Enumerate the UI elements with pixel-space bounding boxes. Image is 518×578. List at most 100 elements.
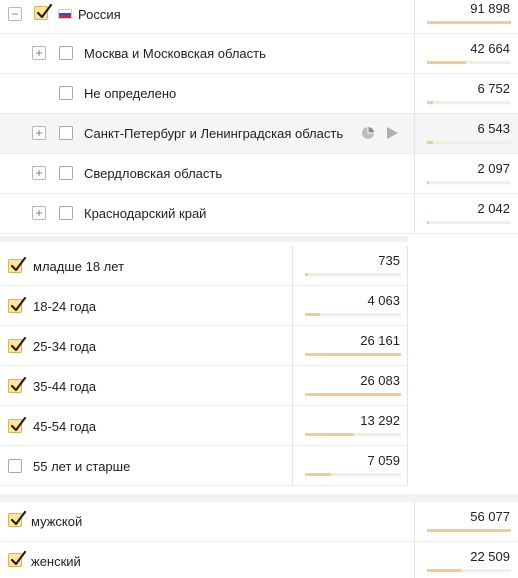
region-label: Москва и Московская область [84,46,266,61]
region-checkbox[interactable] [59,46,73,60]
region-row[interactable]: + Краснодарский край 2 042 [0,194,518,234]
check-icon [10,297,27,312]
region-value-cell: 2 097 [414,154,518,193]
region-row[interactable]: Не определено 6 752 [0,74,518,114]
gender-label: женский [31,554,81,569]
age-row[interactable]: 35-44 года 26 083 [0,366,408,406]
age-bar-fill [305,273,308,276]
age-value: 26 161 [360,333,400,348]
check-icon [36,4,53,19]
region-root-bar-fill [427,21,511,24]
minus-icon[interactable]: − [8,7,22,21]
age-bar-track [305,273,401,276]
region-bar-fill [427,61,466,64]
region-checkbox[interactable] [59,126,73,140]
age-bar-track [305,353,401,356]
region-value: 6 543 [477,121,510,136]
age-bar-fill [305,473,331,476]
age-checkbox[interactable] [8,337,27,353]
region-checkbox[interactable] [59,166,73,180]
age-bar-fill [305,393,401,396]
region-value-cell: 6 752 [414,74,518,113]
age-value: 13 292 [360,413,400,428]
gender-row[interactable]: женский 22 509 [0,542,518,578]
check-icon [10,377,27,392]
region-bar-fill [427,141,433,144]
check-icon [10,337,27,352]
age-value: 4 063 [367,293,400,308]
age-label: 35-44 года [33,379,97,394]
age-checkbox[interactable] [8,257,27,273]
age-row[interactable]: младше 18 лет 735 [0,246,408,286]
age-table-right-border [407,246,408,486]
region-bar-track [427,141,511,144]
region-row[interactable]: + Санкт-Петербург и Ленинградская область… [0,114,518,154]
gender-checkbox[interactable] [8,551,27,567]
check-icon [10,511,27,526]
region-label: Краснодарский край [84,206,207,221]
age-label: 45-54 года [33,419,97,434]
region-root-value: 91 898 [470,1,510,16]
plus-icon[interactable]: + [32,166,46,180]
region-value: 6 752 [477,81,510,96]
region-value-cell: 6 543 [414,114,518,153]
age-value-cell: 7 059 [292,446,408,485]
section-divider [0,236,408,242]
age-checkbox[interactable] [8,297,27,313]
region-row-root[interactable]: − Россия 91 898 [0,0,518,34]
region-bar-track [427,61,511,64]
region-checkbox[interactable] [59,206,73,220]
age-value-cell: 26 161 [292,326,408,365]
region-checkbox-root[interactable] [34,4,53,20]
gender-bar-fill [427,529,511,532]
region-value-cell: 42 664 [414,34,518,73]
gender-value: 22 509 [470,549,510,564]
age-label: 25-34 года [33,339,97,354]
region-value: 42 664 [470,41,510,56]
gender-value: 56 077 [470,509,510,524]
age-row[interactable]: 45-54 года 13 292 [0,406,408,446]
age-value-cell: 4 063 [292,286,408,325]
region-row[interactable]: + Москва и Московская область 42 664 [0,34,518,74]
gender-row[interactable]: мужской 56 077 [0,502,518,542]
age-value: 26 083 [360,373,400,388]
age-row[interactable]: 25-34 года 26 161 [0,326,408,366]
region-checkbox[interactable] [59,86,73,100]
age-row[interactable]: 55 лет и старше 7 059 [0,446,408,486]
region-value-cell: 2 042 [414,194,518,233]
age-checkbox[interactable] [8,377,27,393]
age-value-cell: 13 292 [292,406,408,445]
region-bar-fill [427,221,429,224]
region-label: Санкт-Петербург и Ленинградская область [84,126,344,141]
plus-icon[interactable]: + [32,206,46,220]
pie-chart-icon[interactable] [361,126,375,140]
region-label: Свердловская область [84,166,223,181]
age-bar-fill [305,433,354,436]
gender-value-cell: 22 509 [414,542,518,578]
age-bar-fill [305,353,401,356]
age-bar-track [305,313,401,316]
age-checkbox[interactable] [8,417,27,433]
gender-bar-fill [427,569,461,572]
check-icon [10,257,27,272]
age-row[interactable]: 18-24 года 4 063 [0,286,408,326]
region-bar-fill [427,101,433,104]
check-icon [10,551,27,566]
region-bar-fill [427,181,429,184]
region-row[interactable]: + Свердловская область 2 097 [0,154,518,194]
age-bar-track [305,393,401,396]
region-value: 2 097 [477,161,510,176]
region-bar-track [427,101,511,104]
gender-bar-track [427,529,511,532]
region-root-bar-track [427,21,511,24]
play-icon[interactable] [385,126,399,140]
age-bar-track [305,473,401,476]
age-label: 55 лет и старше [33,459,131,474]
plus-icon[interactable]: + [32,126,46,140]
region-value: 2 042 [477,201,510,216]
age-checkbox[interactable] [8,459,22,473]
region-root-value-cell: 91 898 [414,0,518,33]
gender-checkbox[interactable] [8,511,27,527]
gender-label: мужской [31,514,83,529]
plus-icon[interactable]: + [32,46,46,60]
